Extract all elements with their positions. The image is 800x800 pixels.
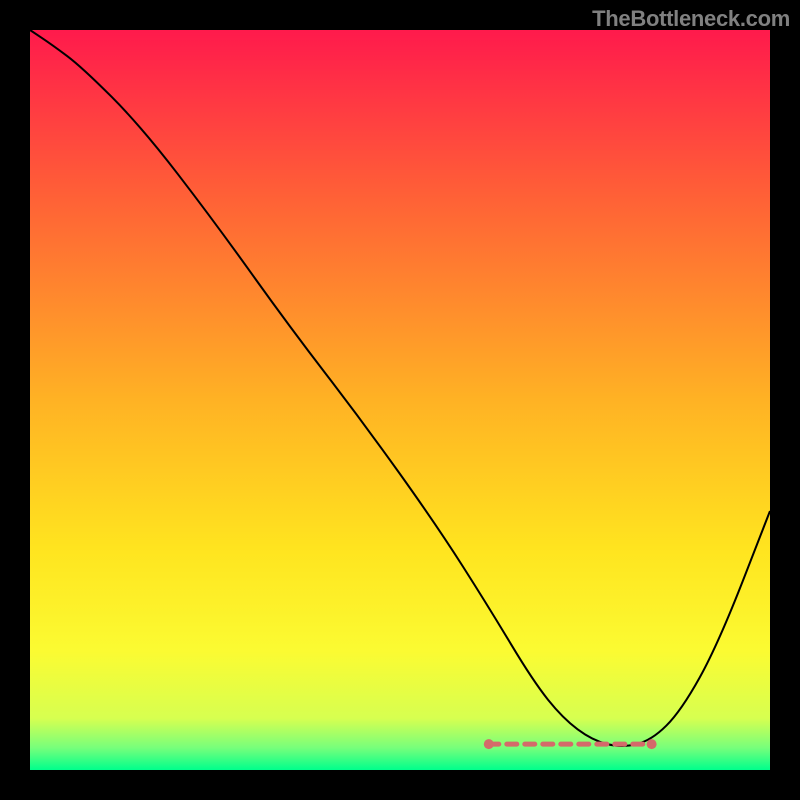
- plot-background: [30, 30, 770, 770]
- plot-area: [30, 30, 770, 770]
- watermark-text: TheBottleneck.com: [592, 6, 790, 32]
- chart-frame: TheBottleneck.com: [0, 0, 800, 800]
- optimal-zone-endpoint: [647, 739, 657, 749]
- chart-svg: [30, 30, 770, 770]
- optimal-zone-endpoint: [484, 739, 494, 749]
